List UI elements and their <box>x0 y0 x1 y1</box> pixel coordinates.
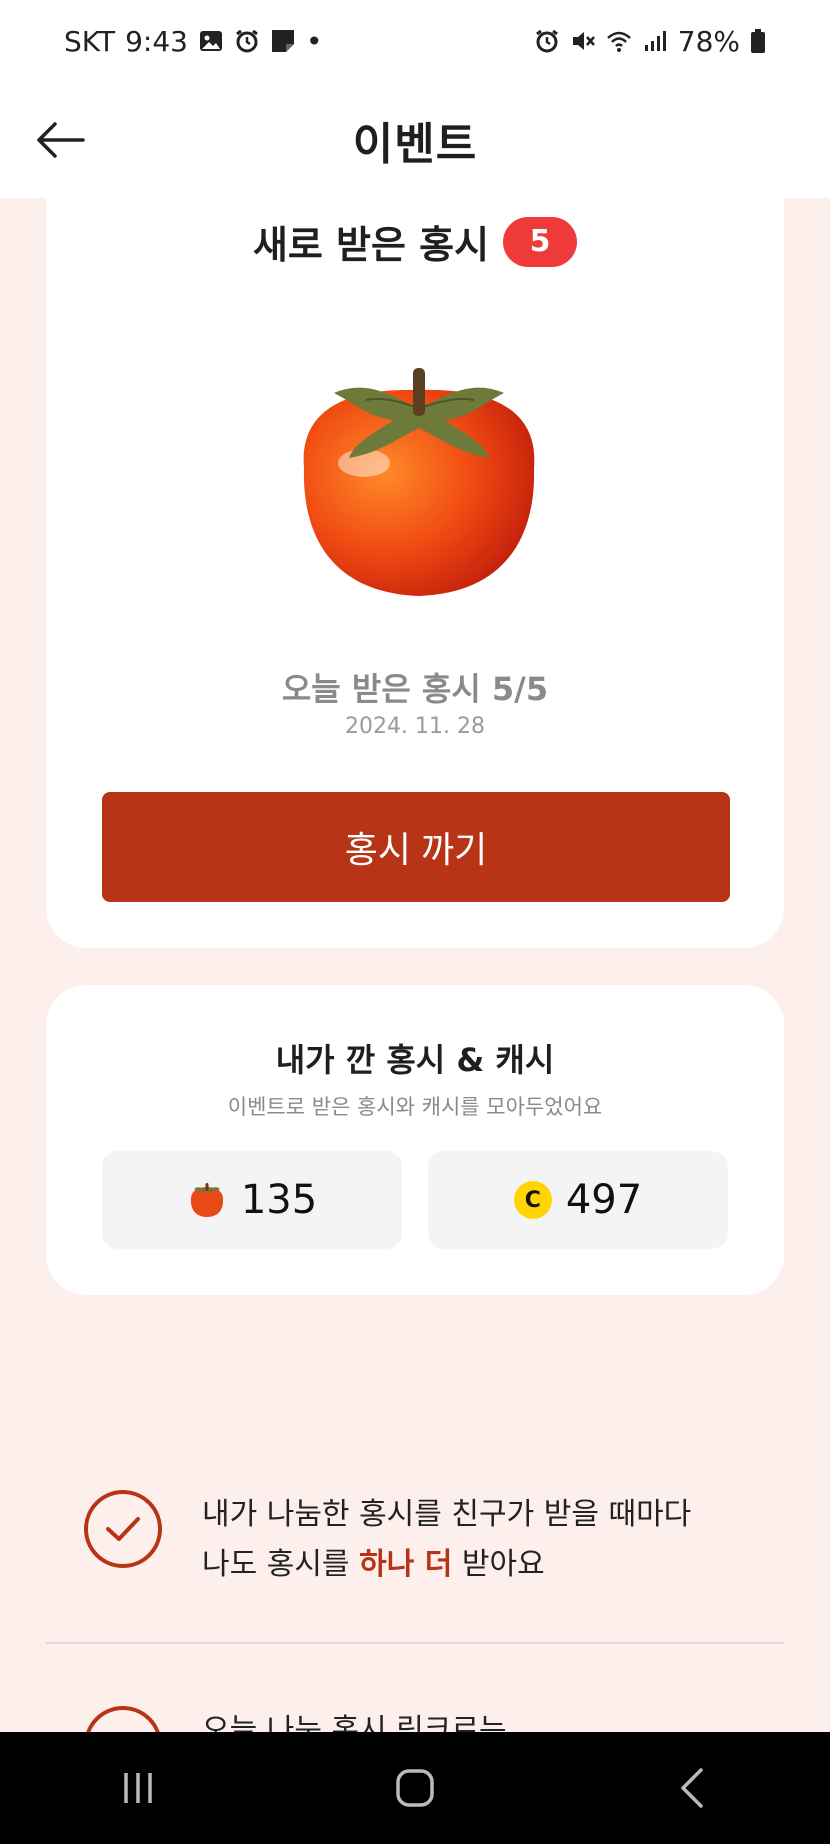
wifi-icon <box>606 31 631 52</box>
new-persimmon-card: 새로 받은 홍시 5 오늘 받은 홍시 5/5 2024. 11. 28 홍시 … <box>46 170 784 948</box>
benefit-line-2-prefix: 나도 홍시를 <box>202 1547 360 1582</box>
chevron-left-icon <box>680 1768 703 1808</box>
alarm-icon <box>535 29 558 53</box>
carrier-label: SKT <box>64 24 116 58</box>
gallery-icon <box>199 31 222 51</box>
signal-icon <box>644 31 666 51</box>
collection-card: 내가 깐 홍시 & 캐시 이벤트로 받은 홍시와 캐시를 모아두었어요 135 … <box>46 985 784 1295</box>
check-circle-icon <box>84 1490 162 1568</box>
new-persimmon-title: 새로 받은 홍시 <box>252 223 490 267</box>
recent-apps-icon <box>124 1773 153 1803</box>
battery-icon <box>751 29 765 53</box>
benefit-highlight: 하나 더 <box>359 1547 453 1582</box>
persimmon-illustration <box>303 368 535 596</box>
persimmon-icon <box>190 1183 223 1217</box>
benefit-line-1: 내가 나눔한 홍시를 친구가 받을 때마다 <box>202 1497 692 1532</box>
new-count-badge: 5 <box>503 216 578 267</box>
benefit-item: 내가 나눔한 홍시를 친구가 받을 때마다 나도 홍시를 하나 더 받아요 <box>46 1490 784 1590</box>
mute-icon <box>572 32 595 50</box>
home-button[interactable] <box>375 1748 455 1828</box>
home-icon <box>396 1769 434 1807</box>
notification-dot: • <box>305 24 323 58</box>
benefit-line-2: 나도 홍시를 하나 더 받아요 <box>202 1540 691 1590</box>
benefit-line-2-suffix: 받아요 <box>452 1547 545 1582</box>
cash-coin-icon: C <box>513 1181 552 1219</box>
divider <box>46 1642 784 1644</box>
collection-title: 내가 깐 홍시 & 캐시 <box>275 1041 555 1079</box>
persimmon-total-value: 135 <box>240 1177 318 1223</box>
note-icon <box>271 30 294 52</box>
cash-total-box[interactable]: C 497 <box>428 1151 728 1249</box>
today-date: 2024. 11. 28 <box>345 714 485 739</box>
status-bar: SKT 9:43 • 78% <box>0 0 830 82</box>
page-title: 이벤트 <box>352 119 478 170</box>
persimmon-total-box[interactable]: 135 <box>102 1151 402 1249</box>
back-arrow-icon <box>37 122 85 158</box>
battery-percent: 78% <box>677 24 740 58</box>
benefit-text: 내가 나눔한 홍시를 친구가 받을 때마다 나도 홍시를 하나 더 받아요 <box>202 1490 691 1590</box>
cash-total-value: 497 <box>565 1177 643 1223</box>
system-nav-bar <box>0 1732 830 1844</box>
collection-subtitle: 이벤트로 받은 홍시와 캐시를 모아두었어요 <box>227 1095 603 1119</box>
new-persimmon-header: 새로 받은 홍시 5 <box>46 214 784 269</box>
alarm-icon <box>236 29 258 53</box>
back-nav-button[interactable] <box>652 1748 732 1828</box>
clock: 9:43 <box>125 24 188 58</box>
today-received-count: 오늘 받은 홍시 5/5 <box>281 670 549 708</box>
recent-apps-button[interactable] <box>98 1748 178 1828</box>
open-persimmon-button[interactable]: 홍시 까기 <box>102 792 730 902</box>
back-button[interactable] <box>30 110 90 170</box>
